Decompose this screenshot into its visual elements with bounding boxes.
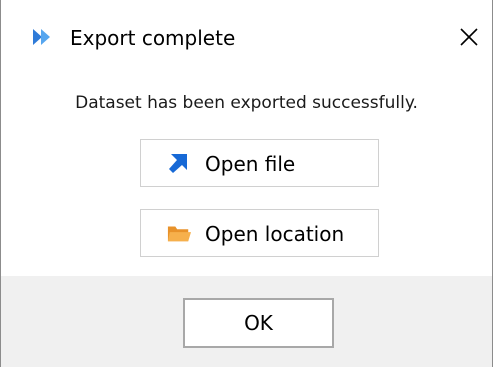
close-button[interactable] [446,14,492,60]
open-location-button[interactable]: Open location [140,209,379,257]
window-title: Export complete [70,26,236,50]
open-location-label: Open location [205,222,345,246]
arrow-up-right-icon [169,154,187,173]
ok-button[interactable]: OK [183,298,334,348]
open-file-label: Open file [205,152,296,176]
close-icon [460,28,478,46]
dialog-footer: OK [1,276,492,367]
status-message: Dataset has been exported successfully. [75,93,418,113]
folder-icon [167,226,191,242]
export-complete-dialog: Export complete Dataset has been exporte… [0,0,493,367]
open-file-button[interactable]: Open file [140,139,379,187]
app-logo-icon [33,29,50,45]
title-bar: Export complete [1,0,492,62]
